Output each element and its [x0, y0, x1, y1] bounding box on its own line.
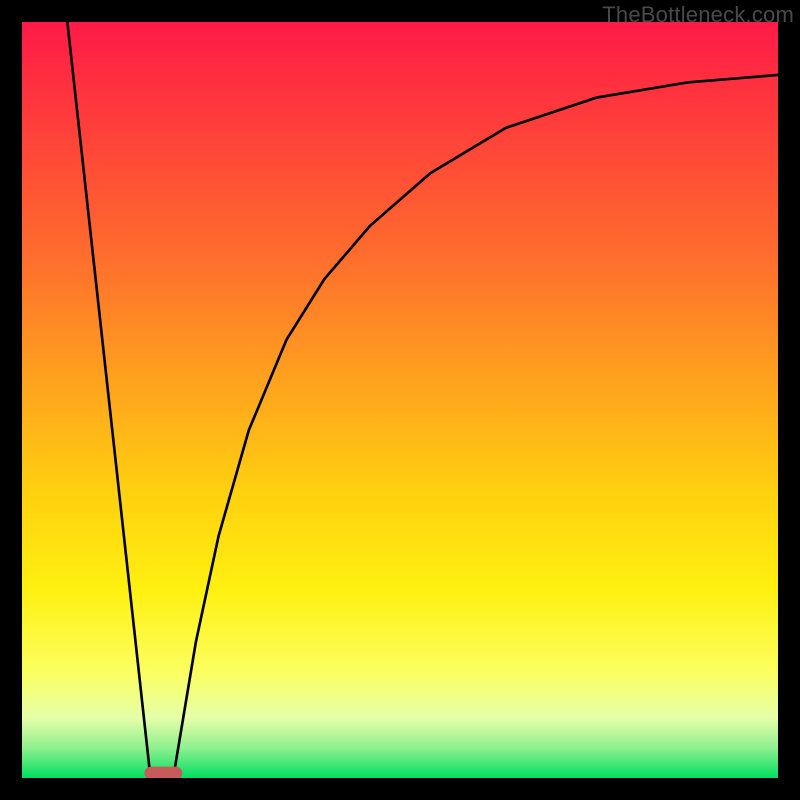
series-right-curve — [173, 75, 778, 778]
valley-marker — [144, 767, 182, 778]
series-left-slope — [67, 22, 150, 778]
plot-area — [22, 22, 778, 778]
curve-overlay — [22, 22, 778, 778]
chart-container: TheBottleneck.com — [0, 0, 800, 800]
